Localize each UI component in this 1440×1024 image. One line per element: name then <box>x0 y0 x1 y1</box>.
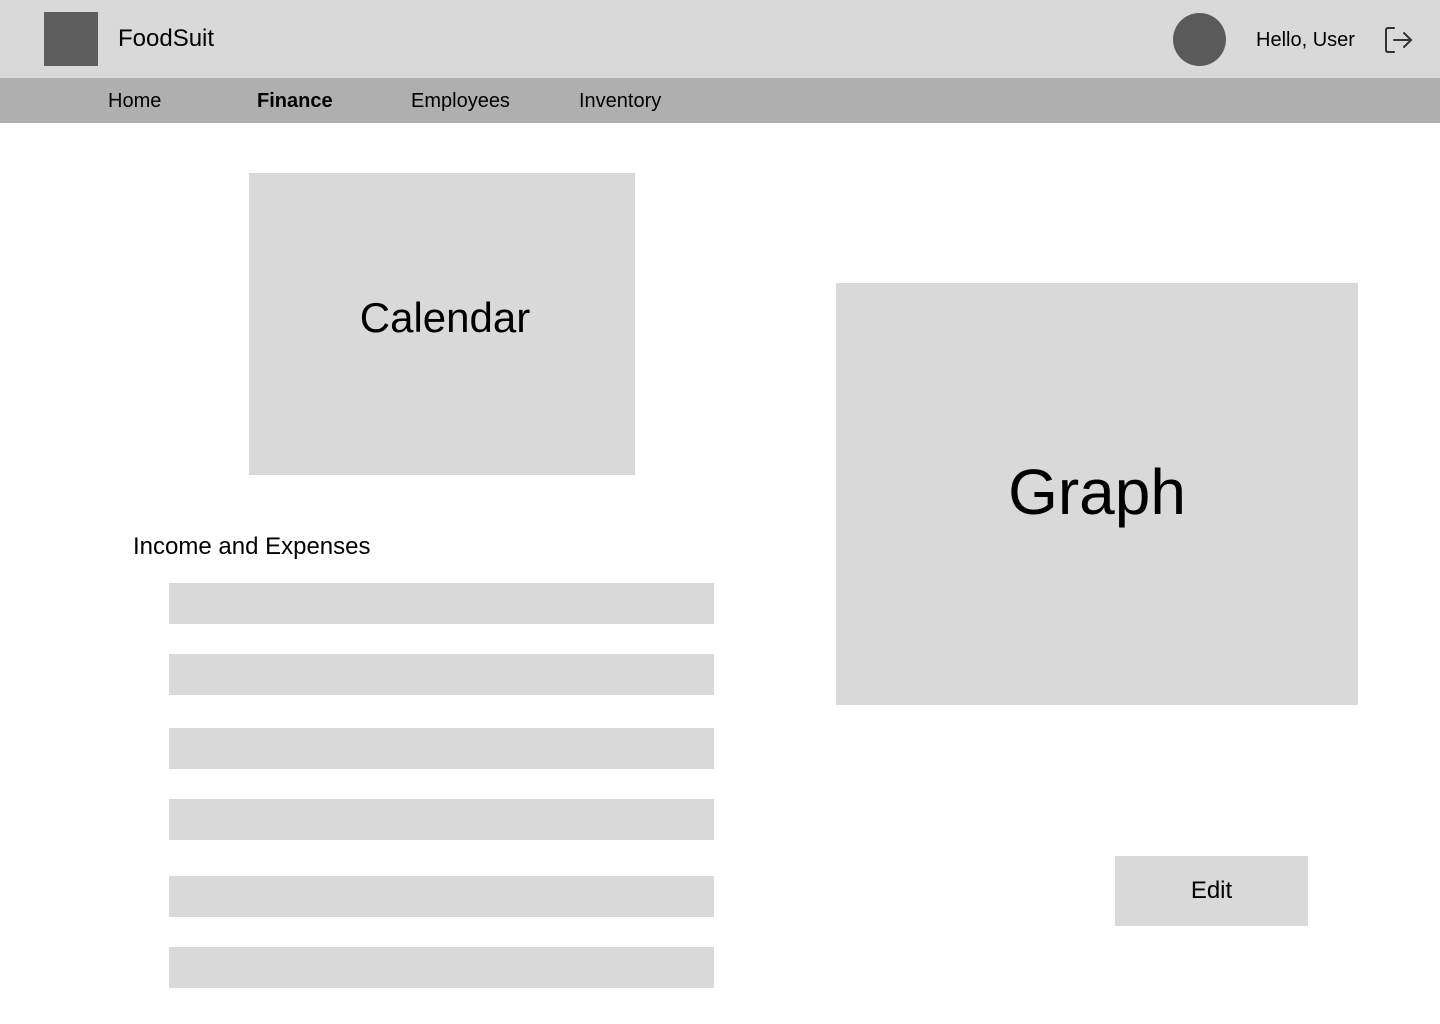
income-expenses-title: Income and Expenses <box>133 533 371 560</box>
top-bar: FoodSuit Hello, User <box>0 0 1440 78</box>
income-expense-row[interactable] <box>169 654 714 695</box>
edit-button[interactable]: Edit <box>1115 856 1308 926</box>
income-expense-row[interactable] <box>169 583 714 624</box>
logout-icon[interactable] <box>1382 24 1414 56</box>
nav-item-finance[interactable]: Finance <box>257 89 333 113</box>
user-greeting: Hello, User <box>1256 29 1355 51</box>
nav-item-home[interactable]: Home <box>108 89 161 113</box>
app-logo[interactable] <box>44 12 98 66</box>
app-name: FoodSuit <box>118 25 215 52</box>
graph-label: Graph <box>1008 456 1186 528</box>
nav-item-inventory[interactable]: Inventory <box>579 89 661 113</box>
user-avatar[interactable] <box>1173 13 1226 66</box>
calendar-label: Calendar <box>359 294 531 341</box>
income-expense-row[interactable] <box>169 947 714 988</box>
graph-panel[interactable]: Graph <box>836 283 1358 705</box>
income-expense-row[interactable] <box>169 876 714 917</box>
income-expense-row[interactable] <box>169 799 714 840</box>
nav-item-employees[interactable]: Employees <box>411 89 510 113</box>
main-nav: Home Finance Employees Inventory <box>0 78 1440 123</box>
calendar-panel[interactable]: Calendar <box>249 173 635 475</box>
income-expense-row[interactable] <box>169 728 714 769</box>
